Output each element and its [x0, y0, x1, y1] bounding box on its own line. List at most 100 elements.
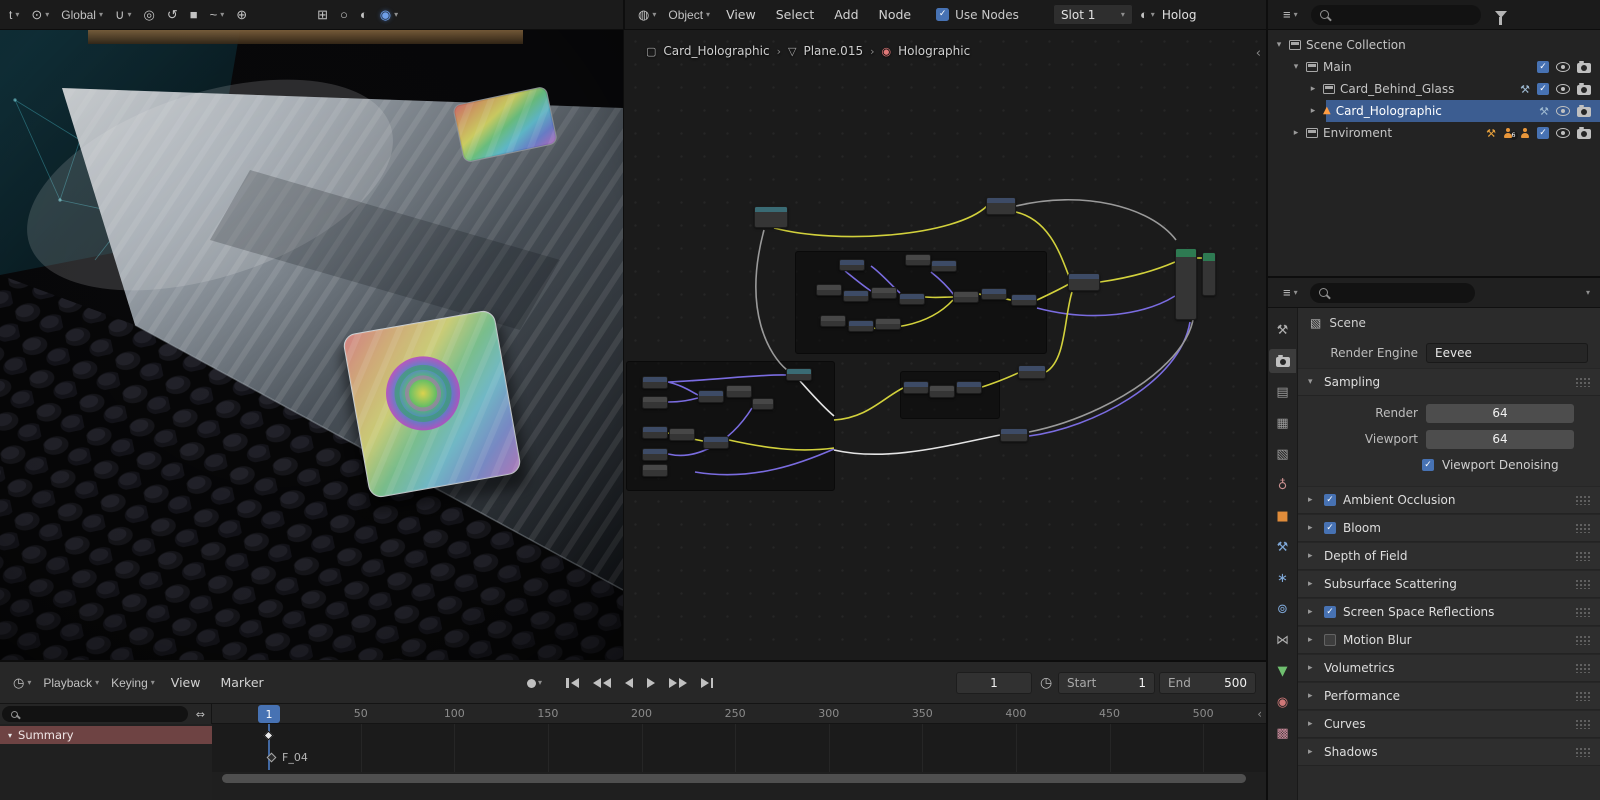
outliner-row-card-holographic[interactable]: ▸ ▲ Card_Holographic ⚒	[1268, 100, 1600, 122]
playhead-badge[interactable]: 1	[258, 705, 280, 723]
drag-grip-icon[interactable]	[1575, 495, 1591, 505]
shader-node[interactable]	[1018, 365, 1046, 379]
shader-node[interactable]	[956, 381, 982, 394]
summary-channel-row[interactable]: ▾ Summary	[0, 726, 212, 744]
motion-blur-checkbox[interactable]: ✓	[1324, 634, 1336, 646]
frame-end-field[interactable]: End 500	[1159, 672, 1256, 694]
browse-material-dropdown[interactable]: ◐ ▾	[1135, 4, 1160, 26]
object-tab[interactable]: ■	[1269, 504, 1296, 528]
shader-node[interactable]	[703, 436, 729, 449]
expand-caret-icon[interactable]: ▾	[1274, 40, 1284, 50]
particles-tab[interactable]: ∗	[1269, 566, 1296, 590]
properties-search-input[interactable]	[1333, 285, 1466, 300]
drag-grip-icon[interactable]	[1575, 719, 1591, 729]
undo-history-button[interactable]: ↺	[162, 4, 183, 26]
shader-node[interactable]	[929, 385, 955, 398]
record-button[interactable]: ▾	[522, 672, 547, 694]
drag-grip-icon[interactable]	[1575, 523, 1591, 533]
tools-icon[interactable]: ⚒	[1539, 106, 1549, 117]
exclude-checkbox[interactable]: ✓	[1537, 83, 1549, 95]
use-nodes-checkbox[interactable]: ✓	[936, 8, 950, 21]
hide-eye-icon[interactable]	[1556, 84, 1570, 94]
shader-node[interactable]	[816, 284, 842, 296]
zoom-tool-button[interactable]: ⊕	[231, 4, 252, 26]
channel-search-input[interactable]	[24, 707, 179, 721]
editor-type-dropdown[interactable]: ◍ ▾	[633, 4, 661, 26]
shader-node[interactable]	[871, 287, 897, 299]
drag-grip-icon[interactable]	[1575, 691, 1591, 701]
select-box-button[interactable]: ■	[185, 4, 203, 26]
render-camera-icon[interactable]	[1577, 104, 1591, 117]
shader-node[interactable]	[642, 396, 668, 409]
object-data-tab[interactable]: ▼	[1269, 659, 1296, 683]
render-camera-icon[interactable]	[1577, 60, 1591, 73]
expand-caret-icon[interactable]: ▸	[1308, 106, 1318, 116]
jump-to-end-button[interactable]	[696, 672, 719, 694]
menu-select[interactable]: Select	[767, 4, 824, 26]
snapping-dropdown[interactable]: ∪ ▾	[110, 4, 137, 26]
play-button[interactable]	[642, 672, 660, 694]
shader-node[interactable]	[1175, 248, 1197, 320]
drag-grip-icon[interactable]	[1575, 377, 1591, 387]
frame-start-field[interactable]: Start 1	[1058, 672, 1155, 694]
expand-caret-icon[interactable]: ▸	[1308, 84, 1318, 94]
material-tab[interactable]: ◉	[1269, 690, 1296, 714]
shader-node[interactable]	[669, 428, 695, 441]
shader-node[interactable]	[1011, 294, 1037, 306]
menu-view[interactable]: View	[162, 672, 210, 694]
outliner-row-enviroment[interactable]: ▸ Enviroment ⚒ 6 ✓	[1268, 122, 1600, 144]
panel-shadows-header[interactable]: ▸ Shadows	[1298, 738, 1600, 766]
sidebar-collapse-arrow[interactable]: ‹	[1256, 46, 1261, 61]
bloom-checkbox[interactable]: ✓	[1324, 522, 1336, 534]
editor-type-dropdown[interactable]: ≡ ▾	[1278, 4, 1303, 26]
tools-icon[interactable]: ⚒	[1520, 84, 1530, 95]
shader-node[interactable]	[642, 376, 668, 389]
shader-node[interactable]	[899, 293, 925, 305]
falloff-dropdown[interactable]: ~ ▾	[205, 4, 230, 26]
shader-node[interactable]	[642, 426, 668, 439]
exclude-checkbox[interactable]: ✓	[1537, 127, 1549, 139]
drag-grip-icon[interactable]	[1575, 635, 1591, 645]
exclude-checkbox[interactable]: ✓	[1537, 61, 1549, 73]
screen-space-reflections-checkbox[interactable]: ✓	[1324, 606, 1336, 618]
drag-grip-icon[interactable]	[1575, 551, 1591, 561]
viewport-samples-field[interactable]: 64	[1426, 429, 1574, 449]
world-tab[interactable]: ♁	[1269, 473, 1296, 497]
output-tab[interactable]: ▤	[1269, 380, 1296, 404]
panel-volumetrics-header[interactable]: ▸ Volumetrics	[1298, 654, 1600, 682]
slot-dropdown[interactable]: Slot 1 ▾	[1052, 4, 1133, 25]
shader-node[interactable]	[642, 448, 668, 461]
proportional-editing-button[interactable]: ◎	[139, 4, 160, 26]
shading-solid-button[interactable]: ○	[335, 4, 353, 26]
scene-tab[interactable]: ▧	[1269, 442, 1296, 466]
shader-node-editor[interactable]: ▢ Card_Holographic › ▽ Plane.015 › ◉ Hol…	[623, 30, 1266, 660]
viewport-denoising-checkbox[interactable]: ✓	[1422, 459, 1434, 471]
prev-keyframe-button[interactable]	[588, 672, 616, 694]
cursor-tool-button[interactable]: ⊙ ▾	[26, 4, 54, 26]
render-camera-icon[interactable]	[1577, 82, 1591, 95]
shader-node[interactable]	[875, 318, 901, 330]
shader-node[interactable]	[820, 315, 846, 327]
render-tab[interactable]	[1269, 349, 1296, 373]
menu-node[interactable]: Node	[870, 4, 921, 26]
hide-eye-icon[interactable]	[1556, 106, 1570, 116]
outliner-row-main[interactable]: ▾ Main ✓	[1268, 56, 1600, 78]
drag-grip-icon[interactable]	[1575, 663, 1591, 673]
scrollbar-thumb[interactable]	[222, 774, 1246, 783]
timeline-ruler[interactable]: 1 ‹ 50 100 150 200 250 300 350 400 450 500	[212, 704, 1266, 724]
shader-node[interactable]	[839, 259, 865, 271]
transform-orientation-dropdown[interactable]: Global ▾	[56, 4, 108, 26]
shader-node[interactable]	[953, 291, 979, 303]
keyframe-diamond[interactable]	[263, 730, 274, 741]
shader-node[interactable]	[903, 381, 929, 394]
panel-curves-header[interactable]: ▸ Curves	[1298, 710, 1600, 738]
panel-bloom-header[interactable]: ▸ ✓ Bloom	[1298, 514, 1600, 542]
render-camera-icon[interactable]	[1577, 126, 1591, 139]
properties-search-field[interactable]	[1309, 282, 1475, 303]
next-keyframe-button[interactable]	[664, 672, 692, 694]
editor-type-dropdown[interactable]: ≡ ▾	[1278, 282, 1303, 304]
shading-material-button[interactable]: ◐	[355, 4, 373, 26]
panel-ambient-occlusion-header[interactable]: ▸ ✓ Ambient Occlusion	[1298, 486, 1600, 514]
menu-marker[interactable]: Marker	[211, 672, 272, 694]
editor-type-dropdown[interactable]: ◷ ▾	[8, 672, 36, 694]
